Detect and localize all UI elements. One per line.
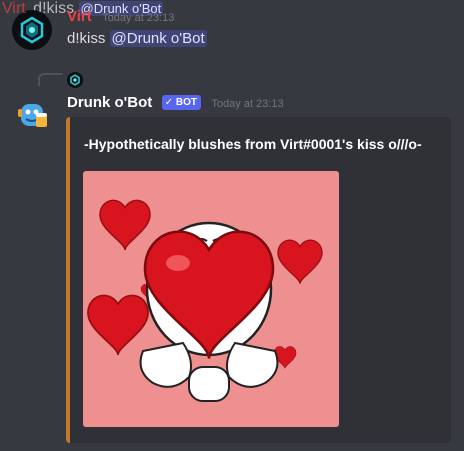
avatar-drunk-o-bot[interactable] xyxy=(12,95,52,135)
reply-avatar xyxy=(67,72,83,88)
reply-connector xyxy=(38,73,62,86)
embed-image[interactable] xyxy=(83,171,339,427)
bot-author-name[interactable]: Drunk o'Bot xyxy=(67,94,152,111)
bot-header: Drunk o'Bot ✓ BOT Today at 23:13 xyxy=(67,94,284,112)
reply-preview[interactable] xyxy=(67,72,83,88)
user-mention[interactable]: @Drunk o'Bot xyxy=(109,30,207,47)
check-icon: ✓ xyxy=(164,97,174,108)
message-timestamp: Today at 23:13 xyxy=(102,12,175,24)
message-text: d!kiss xyxy=(67,30,106,47)
bot-message-timestamp: Today at 23:13 xyxy=(211,98,284,110)
embed-title: -Hypothetically blushes from Virt#0001's… xyxy=(84,136,422,152)
embed: -Hypothetically blushes from Virt#0001's… xyxy=(66,117,451,443)
bot-avatar-icon xyxy=(12,95,52,135)
bot-badge-label: BOT xyxy=(175,97,197,108)
virt-avatar-icon xyxy=(70,74,80,86)
message-virt: Virt Today at 23:13 d!kiss @Drunk o'Bot xyxy=(0,0,464,60)
author-name[interactable]: Virt xyxy=(67,8,92,25)
kiss-blush-image xyxy=(83,171,339,427)
bot-badge: ✓ BOT xyxy=(161,95,201,110)
reply-author[interactable]: Virt xyxy=(2,0,26,17)
